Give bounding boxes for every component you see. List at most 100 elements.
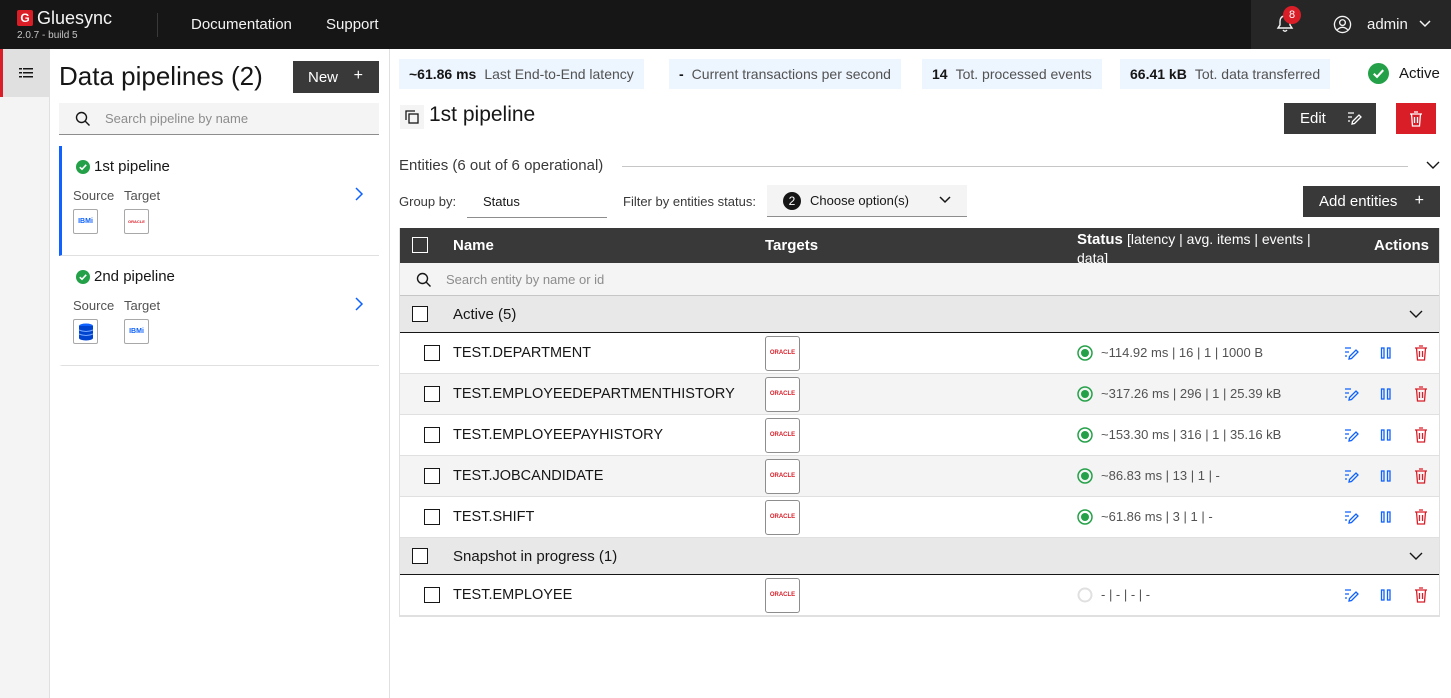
metric-events: 14 Tot. processed events [922,59,1102,89]
trash-icon [1410,110,1422,127]
entity-name: TEST.JOBCANDIDATE [453,468,604,484]
plus-icon: + [353,67,363,84]
table-row[interactable]: TEST.DEPARTMENT ORACLE ~114.92 ms | 16 | 1… [400,333,1439,374]
nav-documentation[interactable]: Documentation [191,16,292,33]
edit-icon[interactable] [1343,509,1359,525]
oracle-logo: ORACLE [124,209,149,234]
new-pipeline-button[interactable]: New + [293,61,379,93]
trash-icon[interactable] [1414,468,1428,484]
edit-icon[interactable] [1343,345,1359,361]
status-active-icon [1077,509,1093,525]
trash-icon[interactable] [1414,427,1428,443]
user-avatar-icon[interactable] [1333,15,1352,34]
pause-icon[interactable] [1379,345,1393,361]
row-checkbox[interactable] [424,345,440,361]
entities-title: Entities (6 out of 6 operational) [399,157,604,174]
row-checkbox[interactable] [424,468,440,484]
add-entities-label: Add entities [1319,193,1398,210]
group-row[interactable]: Snapshot in progress (1) [400,538,1439,575]
pipeline-card-1[interactable]: 1st pipeline Source Target IBMi ORACLE [59,146,379,256]
group-by-select[interactable]: Status [467,185,607,218]
checkmark-filled-icon [76,270,90,284]
entity-search-input[interactable] [446,263,946,295]
row-checkbox[interactable] [424,587,440,603]
brand-logo-icon: G [17,10,33,26]
brand[interactable]: G Gluesync 2.0.7 - build 5 [17,8,112,41]
table-row[interactable]: TEST.JOBCANDIDATE ORACLE ~86.83 ms | 13 | … [400,456,1439,497]
chevron-down-icon[interactable] [1409,550,1423,562]
group-checkbox[interactable] [412,548,428,564]
filter-value: Choose option(s) [810,193,909,208]
group-label: Snapshot in progress (1) [453,548,618,565]
add-entities-button[interactable]: Add entities + [1303,186,1440,217]
metric-label: Tot. processed events [955,66,1092,82]
user-name[interactable]: admin [1367,16,1408,33]
search-icon [75,111,90,126]
trash-icon[interactable] [1414,509,1428,525]
oracle-database-logo: ORACLE [765,377,800,412]
pause-icon[interactable] [1379,468,1393,484]
table-header: Name Targets Status [latency | avg. item… [400,228,1439,266]
pipeline-card-2[interactable]: 2nd pipeline Source Target IBMi [59,256,379,366]
checkmark-filled-icon [76,160,90,174]
group-row[interactable]: Active (5) [400,296,1439,333]
row-checkbox[interactable] [424,427,440,443]
list-icon [19,68,33,78]
table-row[interactable]: TEST.SHIFT ORACLE ~61.86 ms | 3 | 1 | - [400,497,1439,538]
target-label: Target [124,298,161,313]
pause-icon[interactable] [1379,427,1393,443]
chevron-down-icon[interactable] [1426,159,1440,171]
ibmi-logo: IBMi [73,209,98,234]
select-all-checkbox[interactable] [412,237,428,253]
pipelines-title: Data pipelines (2) [59,61,263,91]
pause-icon[interactable] [1379,386,1393,402]
filter-count-badge[interactable]: 2 [783,191,801,210]
delete-pipeline-button[interactable] [1396,103,1436,134]
chevron-down-icon[interactable] [1409,308,1423,320]
left-rail [0,49,50,698]
copy-icon[interactable] [400,105,424,129]
rail-item-pipelines[interactable] [0,49,49,97]
edit-icon[interactable] [1343,587,1359,603]
pipelines-panel: Data pipelines (2) New + 1st pipeline So… [50,49,390,698]
edit-icon[interactable] [1343,386,1359,402]
entity-status: ~317.26 ms | 296 | 1 | 25.39 kB [1101,386,1282,401]
trash-icon[interactable] [1414,345,1428,361]
group-checkbox[interactable] [412,306,428,322]
topbar-divider [157,13,158,37]
oracle-logo-text: ORACLE [769,350,796,356]
table-row[interactable]: TEST.EMPLOYEEPAYHISTORY ORACLE ~153.30 ms … [400,415,1439,456]
edit-pipeline-button[interactable]: Edit [1284,103,1376,134]
pause-icon[interactable] [1379,587,1393,603]
filter-status-select[interactable]: 2 Choose option(s) [767,185,967,217]
metric-label: Current transactions per second [691,66,891,82]
nav-support[interactable]: Support [326,16,379,33]
checkmark-filled-icon [1368,63,1389,84]
oracle-database-logo: ORACLE [765,336,800,371]
trash-icon[interactable] [1414,587,1428,603]
pipeline-search-input[interactable] [105,103,365,134]
pipeline-search [59,103,379,135]
status-active-icon [1077,386,1093,402]
trash-icon[interactable] [1414,386,1428,402]
new-pipeline-label: New [308,68,339,86]
table-row[interactable]: TEST.EMPLOYEE ORACLE - | - | - | - [400,575,1439,616]
pipeline-name: 1st pipeline [94,158,170,175]
oracle-logo-text: ORACLE [769,592,796,598]
chevron-right-icon[interactable] [354,187,364,201]
row-checkbox[interactable] [424,386,440,402]
oracle-database-logo: ORACLE [765,418,800,453]
table-row[interactable]: TEST.EMPLOYEEDEPARTMENTHISTORY ORACLE ~317… [400,374,1439,415]
row-checkbox[interactable] [424,509,440,525]
pause-icon[interactable] [1379,509,1393,525]
entity-name: TEST.SHIFT [453,509,535,525]
edit-icon[interactable] [1343,427,1359,443]
chevron-down-icon[interactable] [1419,19,1431,29]
metric-latency: ~61.86 ms Last End-to-End latency [399,59,644,89]
header-status-label: Status [1077,231,1123,248]
chevron-right-icon[interactable] [354,297,364,311]
status-active-icon [1077,427,1093,443]
edit-icon[interactable] [1343,468,1359,484]
metric-data: 66.41 kB Tot. data transferred [1120,59,1331,89]
brand-name: Gluesync [37,7,113,28]
